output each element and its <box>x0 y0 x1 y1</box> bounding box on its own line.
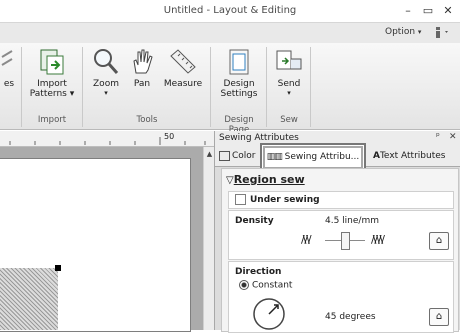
group-sew-label: Sew <box>280 115 298 125</box>
constant-radio[interactable]: Constant <box>239 280 292 291</box>
ribbon-partial-button[interactable]: es <box>0 47 18 105</box>
color-tab-icon <box>219 150 230 161</box>
zoom-button[interactable]: Zoom ▾ <box>88 47 124 105</box>
pan-label: Pan <box>133 79 151 89</box>
import-patterns-button[interactable]: Import Patterns ▾ <box>26 47 78 105</box>
selection-handle[interactable] <box>55 265 61 271</box>
tab-text-attributes[interactable]: AText Attributes <box>373 148 445 164</box>
tab-text-label: Text Attributes <box>379 151 446 161</box>
density-home-icon[interactable]: ⌂ <box>429 232 449 250</box>
density-section: Density 4.5 line/mm /\/\/ /\/\/\/ ⌂ <box>228 210 454 260</box>
tab-sewing-attributes[interactable]: ▥▥ Sewing Attribu... <box>263 146 363 169</box>
ruler-icon <box>170 49 196 74</box>
design-settings-button[interactable]: Design Settings <box>216 47 262 105</box>
import-patterns-icon <box>40 49 64 75</box>
chevron-down-icon: ▾ <box>287 89 291 97</box>
stitch-icon: ▥▥ <box>266 152 283 162</box>
region-sew-label: Region sew <box>233 173 305 186</box>
design-settings-icon <box>229 49 249 75</box>
chevron-down-icon: ▾ <box>417 28 422 36</box>
measure-label: Measure <box>163 79 203 89</box>
tab-color[interactable]: Color <box>219 148 256 164</box>
group-tools-label: Tools <box>136 115 158 125</box>
low-density-icon: /\/\/ <box>301 233 311 246</box>
ribbon-separator <box>210 47 211 127</box>
ruler-mark: 50 <box>164 132 175 141</box>
group-import-label: Import <box>37 115 67 125</box>
embroidery-pattern[interactable] <box>0 268 58 330</box>
ribbon-separator <box>82 47 83 127</box>
ribbon-separator <box>21 47 22 127</box>
send-button[interactable]: Send ▾ <box>272 47 306 105</box>
direction-home-icon[interactable]: ⌂ <box>429 308 449 326</box>
under-sewing-label: Under sewing <box>250 195 320 205</box>
ribbon-separator <box>266 47 267 127</box>
chevron-down-icon: ▾ <box>104 89 108 97</box>
radio-selected-icon <box>239 280 249 290</box>
direction-degrees-value: 45 degrees <box>325 312 376 322</box>
direction-section: Direction Constant 45 degrees ⌂ <box>228 261 454 333</box>
constant-label: Constant <box>252 280 293 291</box>
under-sewing-row: Under sewing <box>228 191 454 209</box>
magnifier-icon <box>94 49 119 74</box>
import-patterns-label: Import Patterns ▾ <box>29 79 75 99</box>
panel-tabs: Color ▥▥ Sewing Attribu... AText Attribu… <box>215 146 460 169</box>
direction-label: Direction <box>235 267 282 277</box>
help-icon[interactable] <box>432 25 452 40</box>
ribbon-separator <box>310 47 311 127</box>
density-label: Density <box>235 216 274 226</box>
horizontal-ruler: 50 <box>0 131 214 147</box>
hand-icon <box>133 49 153 74</box>
panel-close-icon[interactable]: ✕ <box>449 132 457 142</box>
title-bar: Untitled - Layout & Editing – ▭ ✕ <box>0 0 460 22</box>
option-label: Option <box>385 27 416 37</box>
direction-dial-icon[interactable] <box>251 296 287 332</box>
window-title: Untitled - Layout & Editing <box>163 5 297 16</box>
density-value: 4.5 line/mm <box>325 216 379 226</box>
high-density-icon: /\/\/\/ <box>371 233 385 246</box>
region-sew-heading[interactable]: ▽Region sew <box>226 173 305 186</box>
under-sewing-checkbox[interactable]: Under sewing <box>235 194 320 205</box>
sewing-attributes-panel: Sewing Attributes ᵖ ✕ Color ▥▥ Sewing At… <box>214 131 460 333</box>
pan-button[interactable]: Pan <box>126 47 158 105</box>
text-tab-icon: A <box>373 151 380 161</box>
zoom-label: Zoom <box>93 79 119 89</box>
tab-color-label: Color <box>232 151 256 161</box>
density-slider-thumb[interactable] <box>341 232 350 250</box>
maximize-button[interactable]: ▭ <box>419 3 437 19</box>
panel-title: Sewing Attributes <box>219 133 299 143</box>
close-button[interactable]: ✕ <box>439 3 457 19</box>
send-label: Send <box>277 79 301 89</box>
partial-button-label: es <box>3 79 15 89</box>
option-bar: Option ▾ <box>0 22 460 44</box>
minimize-button[interactable]: – <box>399 3 417 19</box>
measure-button[interactable]: Measure <box>160 47 206 105</box>
ribbon: es Import Patterns ▾ Import Zoom ▾ Pan M… <box>0 43 460 135</box>
option-menu[interactable]: Option ▾ <box>385 27 421 37</box>
group-design-page-label: Design Page <box>224 115 254 135</box>
design-settings-label: Design Settings <box>220 79 258 99</box>
attributes-content: ▽Region sew Under sewing Density 4.5 lin… <box>221 168 459 333</box>
panel-header: Sewing Attributes ᵖ ✕ <box>215 131 460 146</box>
collapse-triangle-icon: ▽ <box>226 175 234 186</box>
send-icon <box>276 50 302 70</box>
tab-sewing-label: Sewing Attribu... <box>284 152 360 162</box>
pin-icon[interactable]: ᵖ <box>436 132 440 142</box>
